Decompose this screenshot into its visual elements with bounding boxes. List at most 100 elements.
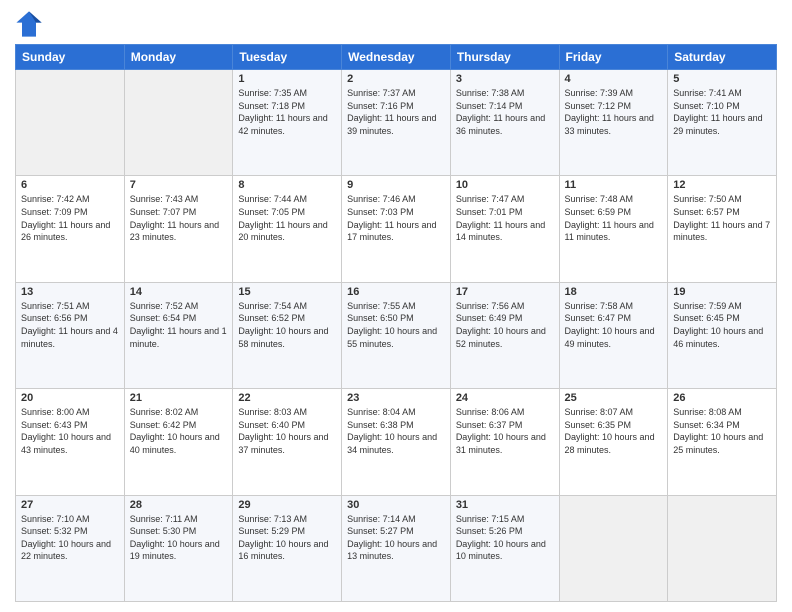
day-info: Sunrise: 7:56 AMSunset: 6:49 PMDaylight:… — [456, 300, 554, 350]
day-number: 28 — [130, 499, 228, 511]
day-info: Sunrise: 7:54 AMSunset: 6:52 PMDaylight:… — [238, 300, 336, 350]
calendar-day-cell: 16 Sunrise: 7:55 AMSunset: 6:50 PMDayligh… — [342, 282, 451, 388]
day-number: 24 — [456, 392, 554, 404]
logo — [15, 10, 47, 38]
calendar-day-cell: 30 Sunrise: 7:14 AMSunset: 5:27 PMDayligh… — [342, 495, 451, 601]
day-info: Sunrise: 7:43 AMSunset: 7:07 PMDaylight:… — [130, 193, 228, 243]
calendar-day-cell: 5 Sunrise: 7:41 AMSunset: 7:10 PMDaylight… — [668, 70, 777, 176]
day-number: 27 — [21, 499, 119, 511]
calendar-day-cell: 10 Sunrise: 7:47 AMSunset: 7:01 PMDayligh… — [450, 176, 559, 282]
day-number: 8 — [238, 179, 336, 191]
calendar-day-cell: 26Sunrise: 8:08 AMSunset: 6:34 PMDayligh… — [668, 389, 777, 495]
day-info: Sunrise: 8:08 AMSunset: 6:34 PMDaylight:… — [673, 406, 771, 456]
day-info: Sunrise: 7:35 AMSunset: 7:18 PMDaylight:… — [238, 87, 336, 137]
page: SundayMondayTuesdayWednesdayThursdayFrid… — [0, 0, 792, 612]
day-info: Sunrise: 7:37 AMSunset: 7:16 PMDaylight:… — [347, 87, 445, 137]
day-info: Sunrise: 7:13 AMSunset: 5:29 PMDaylight:… — [238, 513, 336, 563]
weekday-header: Friday — [559, 45, 668, 70]
day-info: Sunrise: 7:51 AMSunset: 6:56 PMDaylight:… — [21, 300, 119, 350]
calendar-day-cell: 14 Sunrise: 7:52 AMSunset: 6:54 PMDayligh… — [124, 282, 233, 388]
calendar-day-cell: 9 Sunrise: 7:46 AMSunset: 7:03 PMDaylight… — [342, 176, 451, 282]
calendar-day-cell — [559, 495, 668, 601]
weekday-header: Sunday — [16, 45, 125, 70]
calendar-day-cell: 6 Sunrise: 7:42 AMSunset: 7:09 PMDaylight… — [16, 176, 125, 282]
calendar-day-cell: 28 Sunrise: 7:11 AMSunset: 5:30 PMDayligh… — [124, 495, 233, 601]
calendar-day-cell: 8 Sunrise: 7:44 AMSunset: 7:05 PMDaylight… — [233, 176, 342, 282]
logo-icon — [15, 10, 43, 38]
day-info: Sunrise: 7:41 AMSunset: 7:10 PMDaylight:… — [673, 87, 771, 137]
day-info: Sunrise: 7:44 AMSunset: 7:05 PMDaylight:… — [238, 193, 336, 243]
weekday-header: Wednesday — [342, 45, 451, 70]
day-info: Sunrise: 7:11 AMSunset: 5:30 PMDaylight:… — [130, 513, 228, 563]
calendar-day-cell: 17 Sunrise: 7:56 AMSunset: 6:49 PMDayligh… — [450, 282, 559, 388]
day-number: 4 — [565, 73, 663, 85]
weekday-header: Thursday — [450, 45, 559, 70]
day-number: 21 — [130, 392, 228, 404]
weekday-header: Tuesday — [233, 45, 342, 70]
day-info: Sunrise: 8:00 AMSunset: 6:43 PMDaylight:… — [21, 406, 119, 456]
day-number: 2 — [347, 73, 445, 85]
day-number: 31 — [456, 499, 554, 511]
day-info: Sunrise: 7:14 AMSunset: 5:27 PMDaylight:… — [347, 513, 445, 563]
day-info: Sunrise: 7:59 AMSunset: 6:45 PMDaylight:… — [673, 300, 771, 350]
day-number: 29 — [238, 499, 336, 511]
day-number: 1 — [238, 73, 336, 85]
day-number: 11 — [565, 179, 663, 191]
header — [15, 10, 777, 38]
calendar-day-cell: 24 Sunrise: 8:06 AMSunset: 6:37 PMDayligh… — [450, 389, 559, 495]
day-info: Sunrise: 7:15 AMSunset: 5:26 PMDaylight:… — [456, 513, 554, 563]
calendar-day-cell: 23Sunrise: 8:04 AMSunset: 6:38 PMDayligh… — [342, 389, 451, 495]
day-number: 9 — [347, 179, 445, 191]
calendar-day-cell: 7 Sunrise: 7:43 AMSunset: 7:07 PMDaylight… — [124, 176, 233, 282]
calendar-day-cell: 29 Sunrise: 7:13 AMSunset: 5:29 PMDayligh… — [233, 495, 342, 601]
calendar-week-row: 1 Sunrise: 7:35 AMSunset: 7:18 PMDaylight… — [16, 70, 777, 176]
day-number: 14 — [130, 286, 228, 298]
day-info: Sunrise: 7:46 AMSunset: 7:03 PMDaylight:… — [347, 193, 445, 243]
day-info: Sunrise: 7:48 AMSunset: 6:59 PMDaylight:… — [565, 193, 663, 243]
calendar-day-cell — [16, 70, 125, 176]
day-info: Sunrise: 8:04 AMSunset: 6:38 PMDaylight:… — [347, 406, 445, 456]
calendar-day-cell: 27Sunrise: 7:10 AMSunset: 5:32 PMDayligh… — [16, 495, 125, 601]
day-number: 19 — [673, 286, 771, 298]
day-info: Sunrise: 7:52 AMSunset: 6:54 PMDaylight:… — [130, 300, 228, 350]
weekday-header: Saturday — [668, 45, 777, 70]
day-number: 5 — [673, 73, 771, 85]
day-info: Sunrise: 7:38 AMSunset: 7:14 PMDaylight:… — [456, 87, 554, 137]
day-number: 12 — [673, 179, 771, 191]
day-info: Sunrise: 8:02 AMSunset: 6:42 PMDaylight:… — [130, 406, 228, 456]
weekday-header: Monday — [124, 45, 233, 70]
calendar-table: SundayMondayTuesdayWednesdayThursdayFrid… — [15, 44, 777, 602]
day-number: 18 — [565, 286, 663, 298]
calendar-day-cell: 31 Sunrise: 7:15 AMSunset: 5:26 PMDayligh… — [450, 495, 559, 601]
day-number: 6 — [21, 179, 119, 191]
day-number: 20 — [21, 392, 119, 404]
day-info: Sunrise: 7:39 AMSunset: 7:12 PMDaylight:… — [565, 87, 663, 137]
day-number: 30 — [347, 499, 445, 511]
day-info: Sunrise: 8:03 AMSunset: 6:40 PMDaylight:… — [238, 406, 336, 456]
day-info: Sunrise: 7:47 AMSunset: 7:01 PMDaylight:… — [456, 193, 554, 243]
calendar-day-cell: 25 Sunrise: 8:07 AMSunset: 6:35 PMDayligh… — [559, 389, 668, 495]
day-info: Sunrise: 8:07 AMSunset: 6:35 PMDaylight:… — [565, 406, 663, 456]
day-number: 7 — [130, 179, 228, 191]
day-number: 17 — [456, 286, 554, 298]
day-number: 25 — [565, 392, 663, 404]
day-info: Sunrise: 7:55 AMSunset: 6:50 PMDaylight:… — [347, 300, 445, 350]
calendar-day-cell: 1 Sunrise: 7:35 AMSunset: 7:18 PMDaylight… — [233, 70, 342, 176]
calendar-week-row: 6 Sunrise: 7:42 AMSunset: 7:09 PMDaylight… — [16, 176, 777, 282]
calendar-day-cell: 15 Sunrise: 7:54 AMSunset: 6:52 PMDayligh… — [233, 282, 342, 388]
calendar-week-row: 20 Sunrise: 8:00 AMSunset: 6:43 PMDayligh… — [16, 389, 777, 495]
day-info: Sunrise: 8:06 AMSunset: 6:37 PMDaylight:… — [456, 406, 554, 456]
day-number: 15 — [238, 286, 336, 298]
calendar-day-cell: 12Sunrise: 7:50 AMSunset: 6:57 PMDayligh… — [668, 176, 777, 282]
calendar-day-cell: 2 Sunrise: 7:37 AMSunset: 7:16 PMDaylight… — [342, 70, 451, 176]
calendar-day-cell: 3Sunrise: 7:38 AMSunset: 7:14 PMDaylight… — [450, 70, 559, 176]
day-info: Sunrise: 7:58 AMSunset: 6:47 PMDaylight:… — [565, 300, 663, 350]
day-number: 16 — [347, 286, 445, 298]
calendar-day-cell: 19 Sunrise: 7:59 AMSunset: 6:45 PMDayligh… — [668, 282, 777, 388]
day-number: 13 — [21, 286, 119, 298]
calendar-day-cell: 13 Sunrise: 7:51 AMSunset: 6:56 PMDayligh… — [16, 282, 125, 388]
day-number: 10 — [456, 179, 554, 191]
day-info: Sunrise: 7:42 AMSunset: 7:09 PMDaylight:… — [21, 193, 119, 243]
calendar-week-row: 13 Sunrise: 7:51 AMSunset: 6:56 PMDayligh… — [16, 282, 777, 388]
day-number: 22 — [238, 392, 336, 404]
